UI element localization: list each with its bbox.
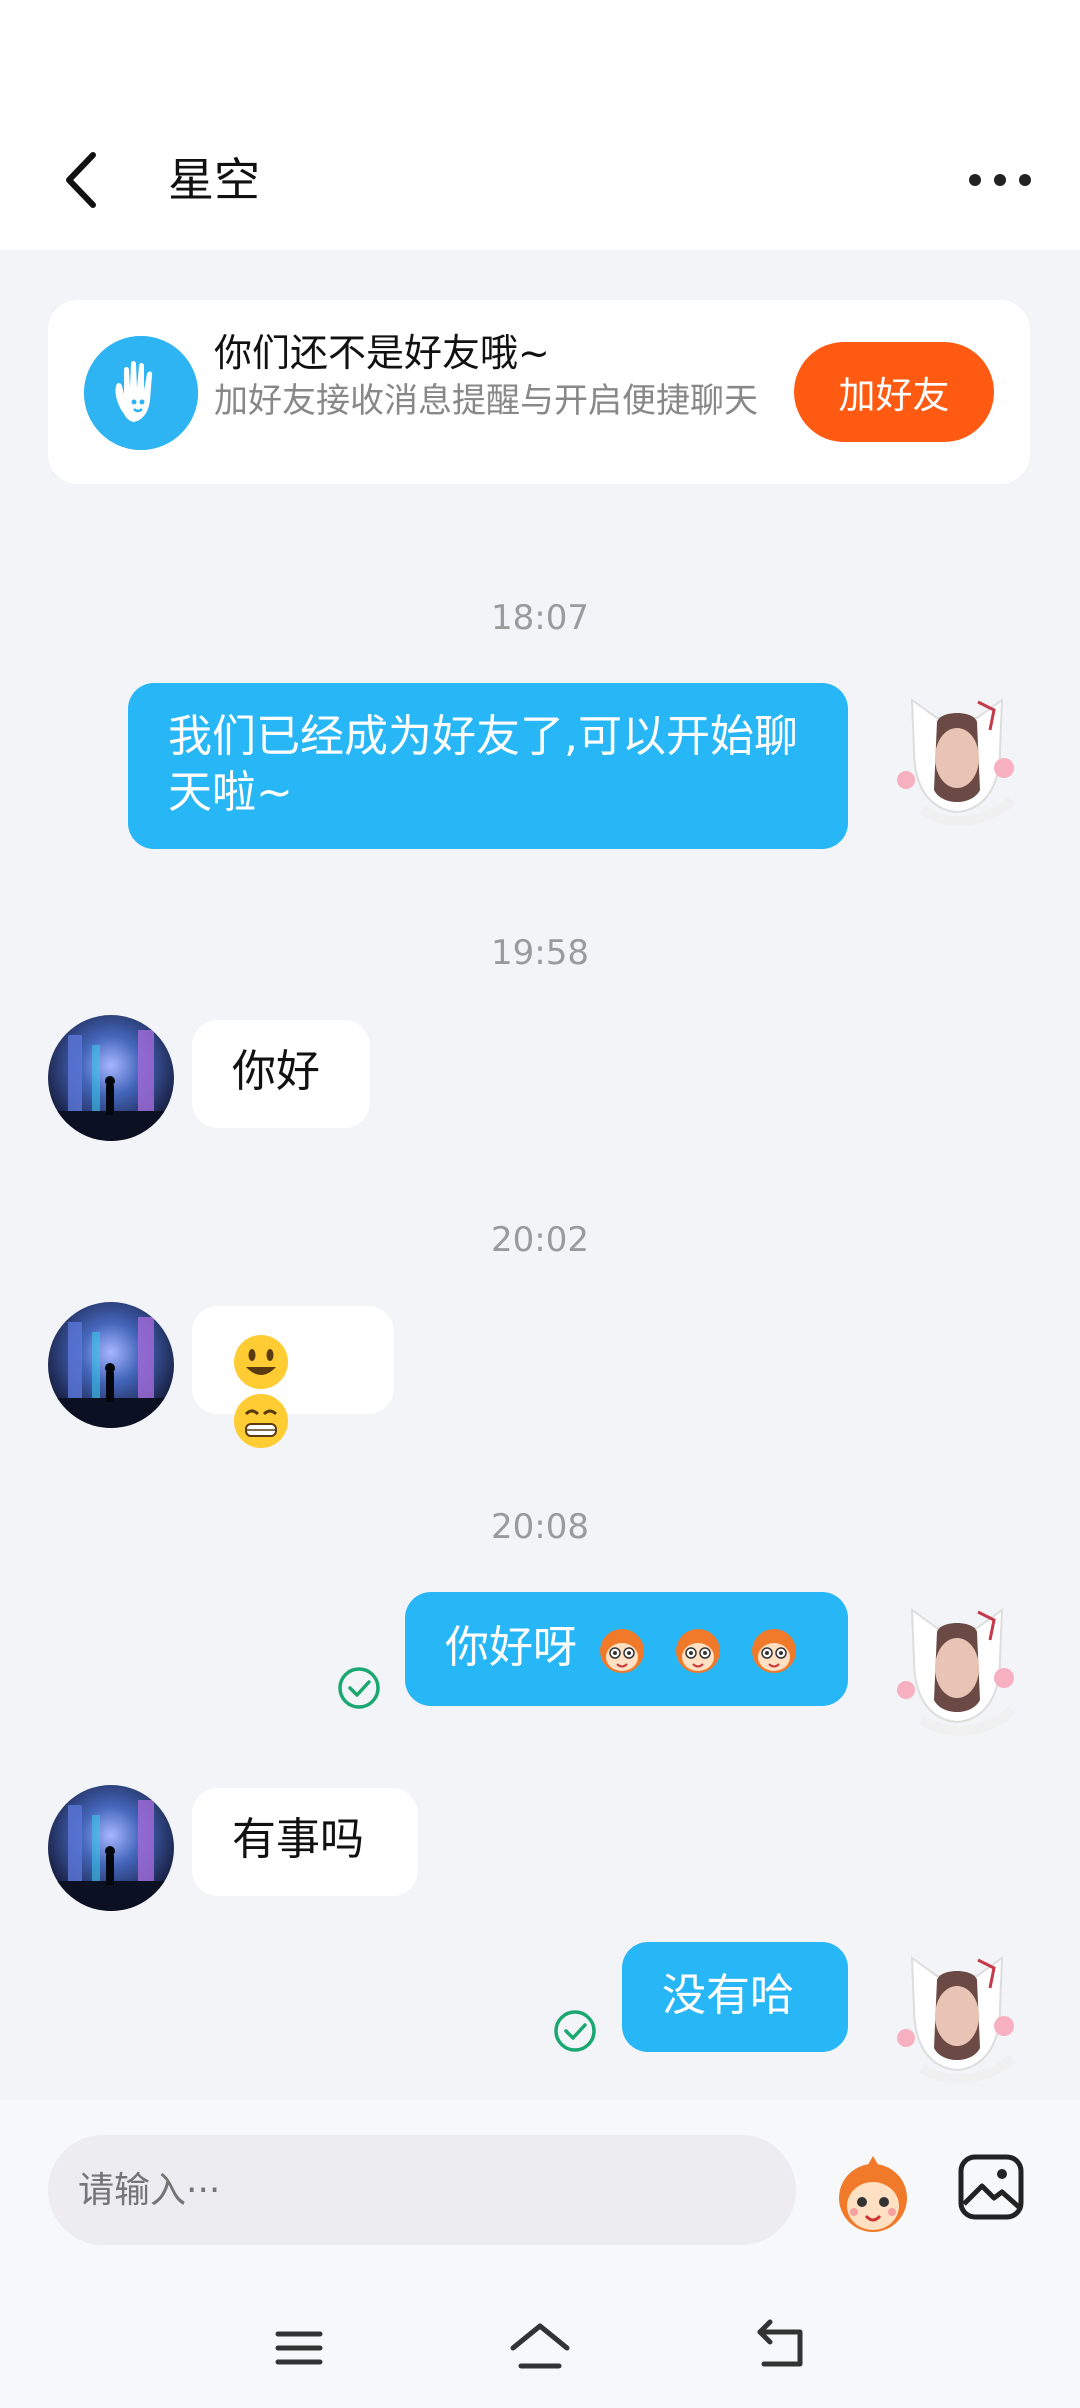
- home-icon: [510, 2323, 570, 2369]
- monkey-sticker-icon: [600, 1629, 644, 1673]
- mascot-emoji-icon: [839, 2156, 907, 2232]
- message-bubble-received[interactable]: 有事吗: [192, 1788, 418, 1896]
- more-button[interactable]: [965, 160, 1035, 200]
- add-friend-card: 你们还不是好友哦~ 加好友接收消息提醒与开启便捷聊天 加好友: [48, 300, 1030, 484]
- message-bubble-received[interactable]: [192, 1306, 394, 1448]
- message-bubble-sent[interactable]: 我们已经成为好友了,可以开始聊天啦~: [128, 683, 848, 849]
- monkey-sticker-icon: [676, 1629, 720, 1673]
- message-bubble-sent[interactable]: 没有哈: [622, 1942, 848, 2052]
- read-check-icon: [338, 1667, 380, 1709]
- my-avatar[interactable]: [882, 680, 1032, 830]
- smiley-emoji-icon: [234, 1335, 288, 1389]
- message-text: 你好: [232, 1046, 320, 1097]
- my-avatar[interactable]: [882, 1938, 1032, 2088]
- top-bar: 星空: [0, 0, 1080, 250]
- back-arrow-icon: [66, 152, 96, 208]
- friend-avatar[interactable]: [48, 1785, 174, 1911]
- card-subtitle: 加好友接收消息提醒与开启便捷聊天: [214, 381, 758, 421]
- menu-icon: [275, 2331, 323, 2365]
- message-text: 有事吗: [232, 1814, 364, 1865]
- timestamp: 18:07: [491, 598, 589, 638]
- card-title: 你们还不是好友哦~: [214, 331, 550, 375]
- add-friend-button[interactable]: 加好友: [794, 342, 994, 442]
- timestamp: 20:08: [491, 1507, 589, 1547]
- message-text: 没有哈: [662, 1970, 794, 2021]
- message-input[interactable]: [48, 2135, 796, 2245]
- image-button[interactable]: [956, 2152, 1026, 2222]
- my-avatar[interactable]: [882, 1590, 1032, 1740]
- return-icon: [757, 2319, 803, 2367]
- back-button[interactable]: [55, 145, 115, 215]
- monkey-sticker-icon: [752, 1629, 796, 1673]
- timestamp: 19:58: [491, 933, 589, 973]
- friend-avatar[interactable]: [48, 1302, 174, 1428]
- message-text: 你好呀: [445, 1622, 577, 1673]
- sticker-button[interactable]: [828, 2150, 918, 2240]
- message-bubble-sent[interactable]: 你好呀: [405, 1592, 848, 1706]
- friend-avatar[interactable]: [48, 1015, 174, 1141]
- home-button[interactable]: [505, 2318, 575, 2378]
- image-icon: [958, 2154, 1024, 2220]
- message-bubble-received[interactable]: 你好: [192, 1020, 370, 1128]
- more-icon: [969, 174, 1031, 186]
- return-button[interactable]: [746, 2318, 816, 2378]
- menu-button[interactable]: [264, 2318, 334, 2378]
- read-check-icon: [554, 2010, 596, 2052]
- timestamp: 20:02: [491, 1220, 589, 1260]
- grin-emoji-icon: [234, 1394, 288, 1448]
- chat-title: 星空: [168, 153, 260, 207]
- message-text: 我们已经成为好友了,可以开始聊天啦~: [168, 711, 798, 818]
- hand-wave-icon: [84, 336, 198, 450]
